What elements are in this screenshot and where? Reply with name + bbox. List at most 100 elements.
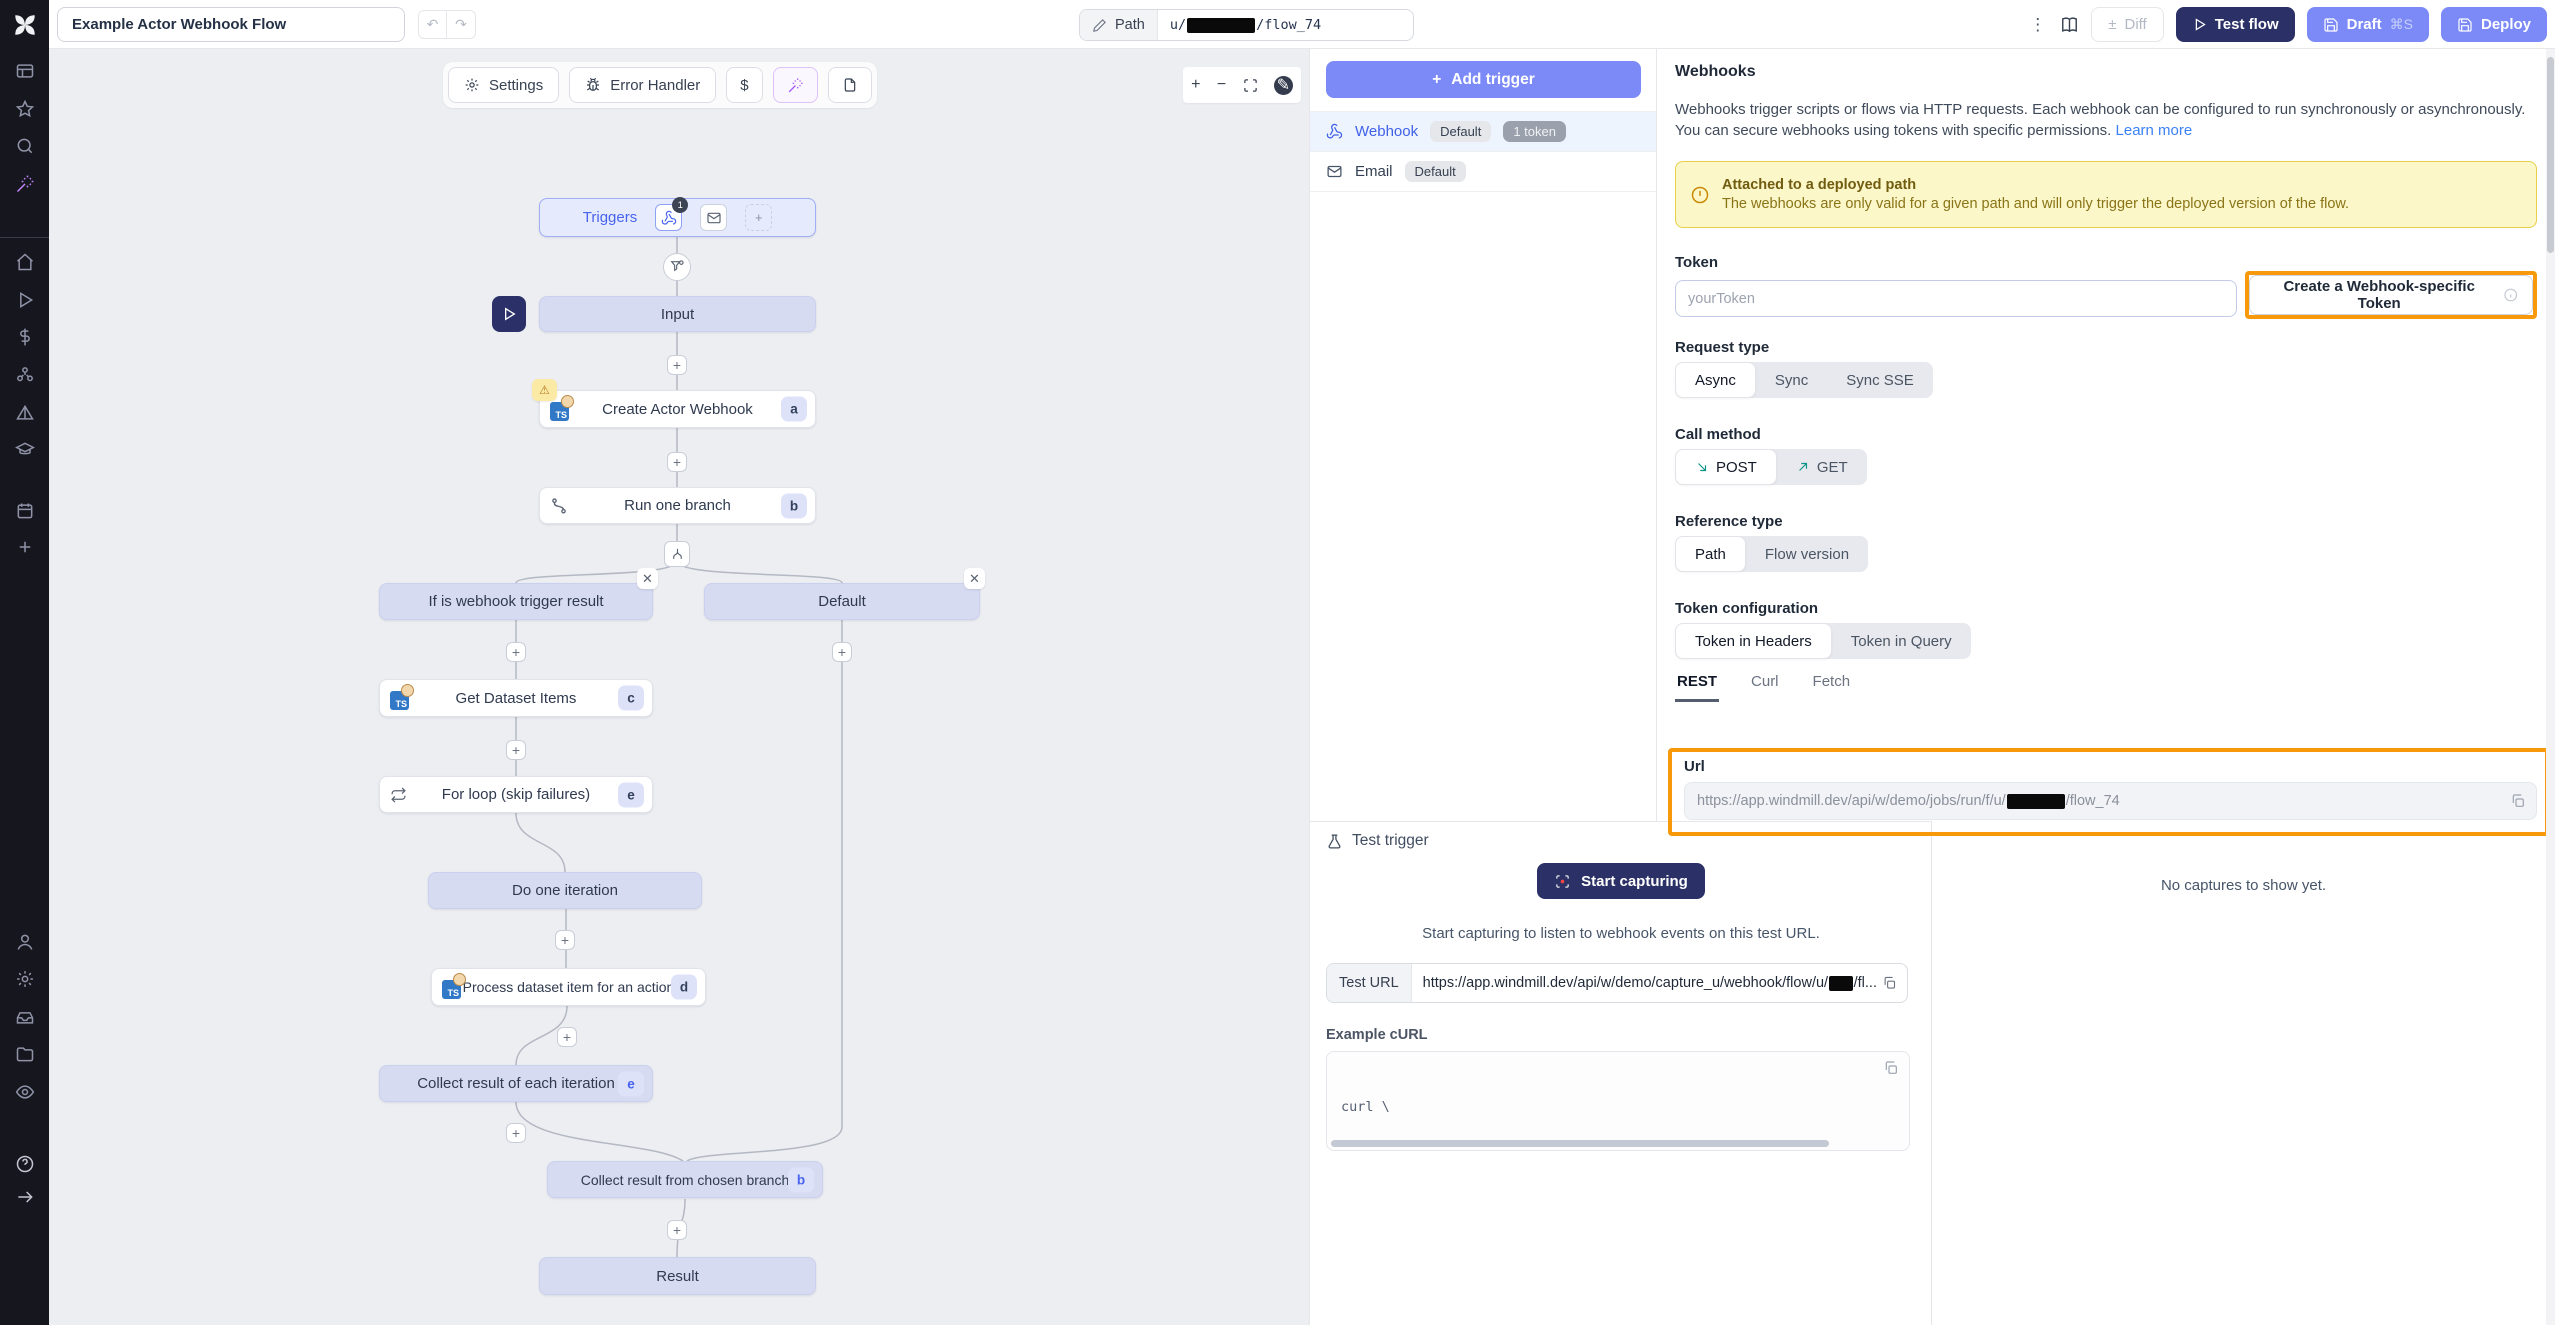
branch-default-node[interactable]: Default xyxy=(704,583,980,620)
collect-each-iteration-node[interactable]: Collect result of each iteration e xyxy=(379,1065,653,1102)
error-handler-button[interactable]: Error Handler xyxy=(569,67,716,103)
tab-fetch[interactable]: Fetch xyxy=(1811,667,1853,702)
result-node[interactable]: Result xyxy=(539,1257,816,1295)
more-menu-icon[interactable]: ⋮ xyxy=(2027,15,2048,35)
horizontal-scrollbar[interactable] xyxy=(1331,1140,1829,1147)
apps-icon[interactable] xyxy=(12,58,37,83)
call-method-post[interactable]: POST xyxy=(1675,449,1777,485)
preprocessor-filter-node[interactable] xyxy=(663,253,691,281)
test-url-value[interactable]: https://app.windmill.dev/api/w/demo/capt… xyxy=(1412,964,1907,1002)
copy-icon[interactable] xyxy=(1883,1060,1899,1076)
copy-icon[interactable] xyxy=(1882,976,1897,991)
insert-step-icon[interactable]: + xyxy=(667,1220,687,1240)
user-icon[interactable] xyxy=(12,929,37,954)
deploy-button[interactable]: Deploy xyxy=(2441,7,2547,42)
scrollbar[interactable] xyxy=(2546,49,2555,1325)
insert-step-icon[interactable]: + xyxy=(506,1123,526,1143)
draft-button[interactable]: Draft ⌘S xyxy=(2307,7,2429,42)
token-in-query[interactable]: Token in Query xyxy=(1832,623,1971,659)
collect-chosen-branch-node[interactable]: Collect result from chosen branch b xyxy=(547,1161,823,1198)
start-capturing-button[interactable]: Start capturing xyxy=(1537,863,1705,899)
collapse-sidebar-icon[interactable] xyxy=(12,1184,37,1209)
path-value[interactable]: u//flow_74 xyxy=(1158,10,1413,40)
insert-step-icon[interactable]: + xyxy=(667,452,687,472)
add-icon[interactable] xyxy=(12,534,37,559)
audit-eye-icon[interactable] xyxy=(12,1079,37,1104)
input-node[interactable]: Input xyxy=(539,296,816,332)
webhook-url-field[interactable]: https://app.windmill.dev/api/w/demo/jobs… xyxy=(1684,782,2537,820)
runs-icon[interactable] xyxy=(12,287,37,312)
run-one-branch-node[interactable]: Run one branch b xyxy=(539,487,816,524)
resources-icon[interactable] xyxy=(12,362,37,387)
flow-title-input[interactable] xyxy=(57,7,405,42)
path-field[interactable]: Path u//flow_74 xyxy=(1079,9,1414,41)
zoom-in-icon[interactable]: + xyxy=(1191,76,1200,94)
create-webhook-token-button[interactable]: Create a Webhook-specific Token xyxy=(2249,275,2533,315)
insert-step-icon[interactable]: + xyxy=(555,930,575,950)
export-json-button[interactable] xyxy=(828,67,872,103)
copy-icon[interactable] xyxy=(2510,793,2526,809)
trigger-row-webhook[interactable]: Webhook Default 1 token xyxy=(1310,112,1657,152)
insert-step-icon[interactable]: + xyxy=(832,642,852,662)
settings-gear-icon[interactable] xyxy=(12,966,37,991)
scrollbar-thumb[interactable] xyxy=(2547,57,2554,253)
test-url-field[interactable]: Test URL https://app.windmill.dev/api/w/… xyxy=(1326,963,1908,1003)
docs-book-icon[interactable] xyxy=(2060,15,2079,34)
windmill-logo-icon[interactable] xyxy=(0,0,49,49)
dollar-button[interactable]: $ xyxy=(726,67,762,103)
remove-branch-icon[interactable]: ✕ xyxy=(964,568,985,589)
curl-snippet[interactable]: curl \ -X POST https://app.windmill.dev/… xyxy=(1326,1051,1910,1151)
run-input-play-button[interactable] xyxy=(492,296,526,332)
process-dataset-item-node[interactable]: TS Process dataset item for an action d xyxy=(431,968,706,1006)
do-one-iteration-node[interactable]: Do one iteration xyxy=(428,872,702,909)
help-icon[interactable] xyxy=(12,1151,37,1176)
branch-fork-icon[interactable] xyxy=(664,541,690,567)
get-dataset-items-node[interactable]: TS Get Dataset Items c xyxy=(379,679,653,717)
remove-branch-icon[interactable]: ✕ xyxy=(637,568,658,589)
token-in-headers[interactable]: Token in Headers xyxy=(1675,623,1832,659)
canvas-mode-icon[interactable]: ✎ xyxy=(1274,76,1293,95)
ai-wand-icon[interactable] xyxy=(12,171,37,196)
triggers-icon[interactable] xyxy=(12,400,37,425)
request-type-sync-sse[interactable]: Sync SSE xyxy=(1827,362,1933,398)
reference-type-flow-version[interactable]: Flow version xyxy=(1746,536,1868,572)
flow-settings-button[interactable]: Settings xyxy=(448,67,559,103)
workers-icon[interactable] xyxy=(12,1004,37,1029)
flow-canvas[interactable]: Settings Error Handler $ + − ✎ Triggers xyxy=(49,49,1310,1325)
schedules-icon[interactable] xyxy=(12,498,37,523)
home-icon[interactable] xyxy=(12,249,37,274)
insert-step-icon[interactable]: + xyxy=(557,1027,577,1047)
redo-icon[interactable]: ↷ xyxy=(447,10,476,39)
ai-builder-button[interactable] xyxy=(773,67,818,103)
for-loop-node[interactable]: For loop (skip failures) e xyxy=(379,776,653,813)
request-type-async[interactable]: Async xyxy=(1675,362,1756,398)
add-trigger-button[interactable]: + Add trigger xyxy=(1326,61,1641,98)
email-trigger-chip[interactable] xyxy=(700,204,727,231)
tab-rest[interactable]: REST xyxy=(1675,667,1719,702)
favorites-star-icon[interactable] xyxy=(12,96,37,121)
undo-icon[interactable]: ↶ xyxy=(418,10,447,39)
tab-curl[interactable]: Curl xyxy=(1749,667,1781,702)
trigger-row-email[interactable]: Email Default xyxy=(1310,152,1657,192)
fit-view-icon[interactable] xyxy=(1243,78,1258,93)
add-trigger-chip[interactable]: + xyxy=(745,204,772,231)
panel-divider[interactable] xyxy=(1309,49,1310,1325)
create-actor-webhook-node[interactable]: TS Create Actor Webhook a xyxy=(539,390,816,428)
insert-step-icon[interactable]: + xyxy=(506,740,526,760)
insert-step-icon[interactable]: + xyxy=(667,355,687,375)
zoom-out-icon[interactable]: − xyxy=(1217,76,1226,94)
reference-type-path[interactable]: Path xyxy=(1675,536,1746,572)
folders-icon[interactable] xyxy=(12,1041,37,1066)
insert-step-icon[interactable]: + xyxy=(506,642,526,662)
branch-if-node[interactable]: If is webhook trigger result xyxy=(379,583,653,620)
triggers-node[interactable]: Triggers 1 + xyxy=(539,198,816,237)
request-type-sync[interactable]: Sync xyxy=(1756,362,1827,398)
search-icon[interactable] xyxy=(12,133,37,158)
call-method-get[interactable]: GET xyxy=(1777,449,1867,485)
diff-button[interactable]: ± Diff xyxy=(2091,7,2163,42)
learn-icon[interactable] xyxy=(12,437,37,462)
token-input[interactable] xyxy=(1675,280,2237,317)
test-flow-button[interactable]: Test flow xyxy=(2176,7,2295,42)
learn-more-link[interactable]: Learn more xyxy=(2116,122,2193,139)
webhook-trigger-chip[interactable]: 1 xyxy=(655,204,682,231)
